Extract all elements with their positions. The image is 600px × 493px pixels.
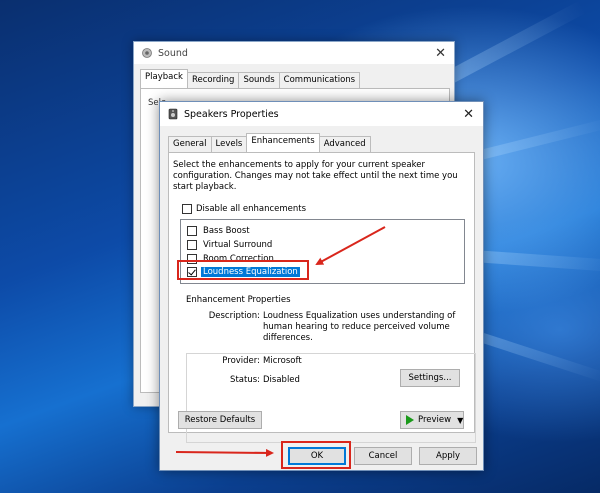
arrow-to-ok [175,448,274,457]
annotation-arrows [175,226,386,457]
arrow-to-loudness [315,226,386,265]
